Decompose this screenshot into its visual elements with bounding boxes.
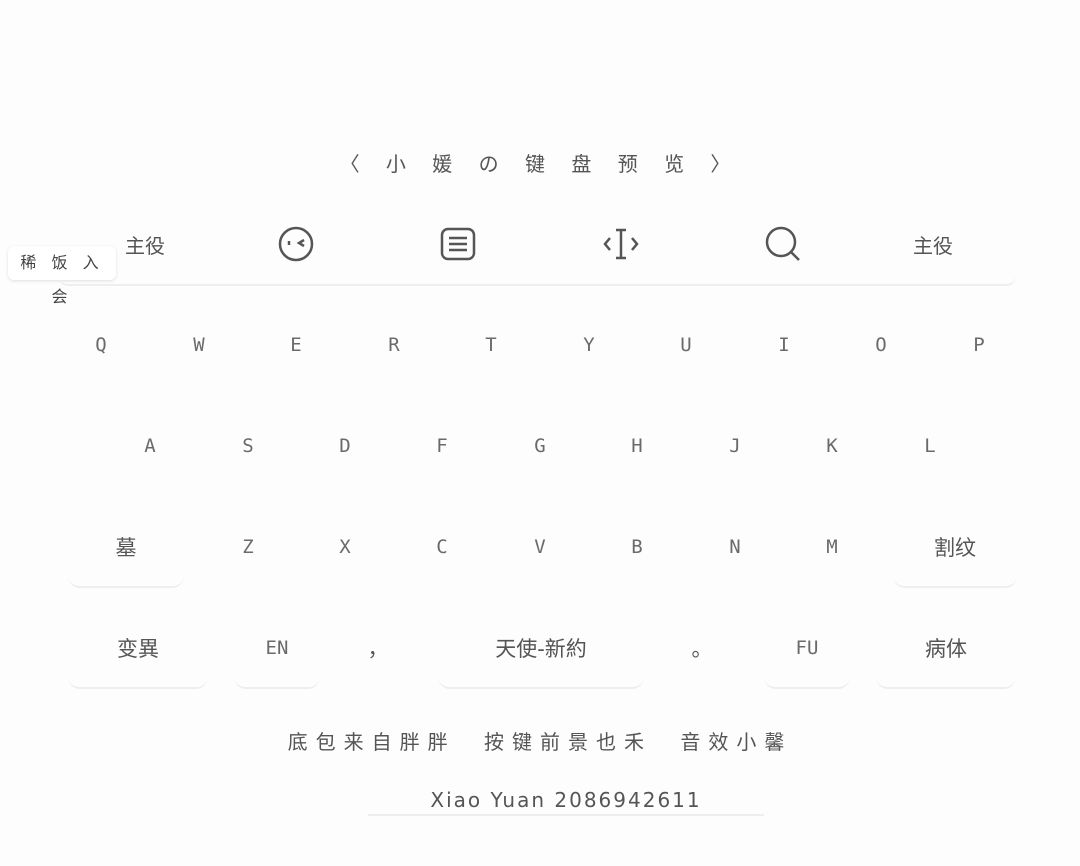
key-e[interactable]: E xyxy=(256,306,336,384)
key-k[interactable]: K xyxy=(792,407,872,485)
page-title: 〈 小 媛 の 键 盘 预 览 〉 xyxy=(339,152,741,176)
key-d[interactable]: D xyxy=(305,407,385,485)
space-key[interactable]: 天使-新約 xyxy=(438,609,644,689)
key-o[interactable]: O xyxy=(841,306,921,384)
delete-key[interactable]: 割纹 xyxy=(893,508,1017,588)
key-l[interactable]: L xyxy=(890,407,970,485)
key-s[interactable]: S xyxy=(208,407,288,485)
toolbar: 主役 主役 xyxy=(58,212,1016,286)
text-cursor-icon[interactable] xyxy=(576,212,666,276)
key-v[interactable]: V xyxy=(500,508,580,586)
key-m[interactable]: M xyxy=(792,508,872,586)
lang-switch-key[interactable]: EN xyxy=(234,609,320,689)
period-key[interactable]: 。 xyxy=(670,609,734,687)
key-w[interactable]: W xyxy=(159,306,239,384)
key-n[interactable]: N xyxy=(695,508,775,586)
fu-key[interactable]: FU xyxy=(764,609,850,689)
key-y[interactable]: Y xyxy=(549,306,629,384)
key-a[interactable]: A xyxy=(110,407,190,485)
key-x[interactable]: X xyxy=(305,508,385,586)
key-t[interactable]: T xyxy=(451,306,531,384)
keyboard-icon[interactable] xyxy=(413,212,503,276)
toolbar-right-label[interactable]: 主役 xyxy=(888,212,978,276)
shift-key[interactable]: 墓 xyxy=(68,508,184,588)
comma-key[interactable]: ， xyxy=(346,609,410,687)
key-z[interactable]: Z xyxy=(208,508,288,586)
key-r[interactable]: R xyxy=(354,306,434,384)
enter-key[interactable]: 病体 xyxy=(876,609,1016,689)
key-q[interactable]: Q xyxy=(61,306,141,384)
emoji-face-icon[interactable] xyxy=(251,212,341,276)
credits-text: 底包来自胖胖 按键前景也禾 音效小馨 xyxy=(287,730,793,754)
key-b[interactable]: B xyxy=(597,508,677,586)
key-i[interactable]: I xyxy=(744,306,824,384)
toolbar-left-label[interactable]: 主役 xyxy=(100,212,190,276)
key-c[interactable]: C xyxy=(402,508,482,586)
key-j[interactable]: J xyxy=(695,407,775,485)
author-signature: Xiao Yuan 2086942611 xyxy=(368,788,764,816)
symbols-key[interactable]: 变異 xyxy=(68,609,208,689)
key-f[interactable]: F xyxy=(402,407,482,485)
key-h[interactable]: H xyxy=(597,407,677,485)
key-p[interactable]: P xyxy=(939,306,1019,384)
key-g[interactable]: G xyxy=(500,407,580,485)
search-icon[interactable] xyxy=(738,212,828,276)
key-u[interactable]: U xyxy=(646,306,726,384)
